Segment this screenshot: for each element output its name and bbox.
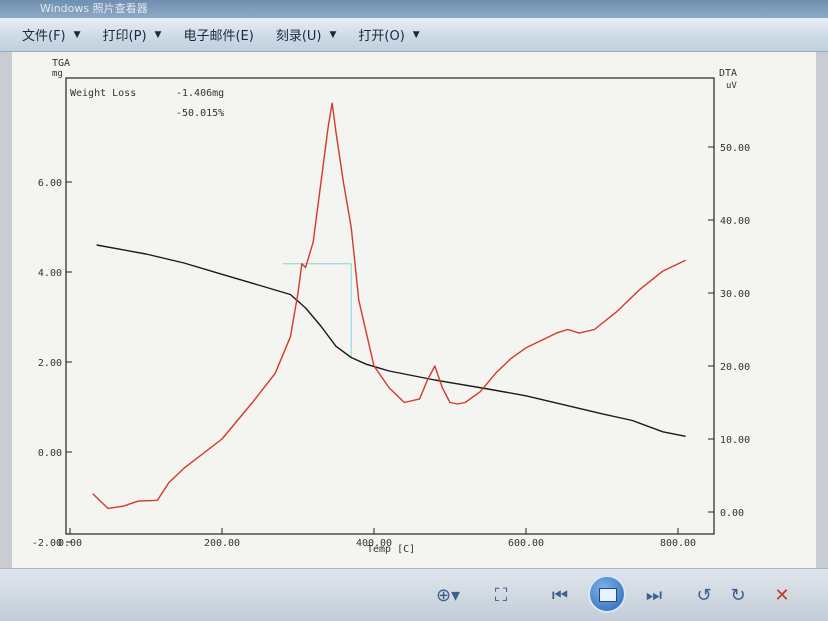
left-tick-label: 2.00 <box>38 358 62 369</box>
chevron-down-icon: ▼ <box>412 29 420 40</box>
left-tick-label: 4.00 <box>38 268 62 279</box>
left-tick-label: 0.00 <box>38 448 62 459</box>
x-tick-label: 200.00 <box>204 538 240 549</box>
rotate-left-icon[interactable]: ↺ <box>692 583 716 609</box>
weight-loss-label: Weight Loss <box>70 88 136 99</box>
right-tick-label: 50.00 <box>720 143 750 154</box>
right-tick-label: 10.00 <box>720 435 750 446</box>
right-tick-label: 30.00 <box>720 289 750 300</box>
weight-loss-pct: -50.015% <box>176 108 224 119</box>
viewer-toolbar: ⊕▾ ⛶ ⏮ ⏭ ↺ ↻ ✕ <box>0 568 828 621</box>
menu-print-label: 打印(P) <box>102 29 147 44</box>
left-tick-label: 6.00 <box>38 178 62 189</box>
x-tick-label: 0.00 <box>58 538 82 549</box>
menu-file-label: 文件(F) <box>22 29 66 44</box>
photo-viewer-area: -2.00 0.00 2.00 4.00 6.00 0.00 10.00 20.00 30.00… <box>12 52 816 568</box>
delete-icon[interactable]: ✕ <box>770 583 794 609</box>
right-tick-label: 40.00 <box>720 216 750 227</box>
previous-icon[interactable]: ⏮ <box>540 583 580 609</box>
zoom-icon[interactable]: ⊕▾ <box>428 583 468 609</box>
slideshow-icon[interactable] <box>588 575 626 613</box>
x-axis-label: Temp [C] <box>367 544 415 555</box>
window-titlebar: Windows 照片查看器 <box>0 0 828 18</box>
left-axis-unit: mg <box>52 69 63 79</box>
right-tick-label: 0.00 <box>720 508 744 519</box>
menu-bar: 文件(F) ▼ 打印(P) ▼ 电子邮件(E) 刻录(U) ▼ 打开(O) ▼ <box>0 18 828 52</box>
weight-loss-mg: -1.406mg <box>176 88 224 99</box>
next-icon[interactable]: ⏭ <box>634 583 674 609</box>
x-tick-label: 800.00 <box>660 538 696 549</box>
x-tick-label: 600.00 <box>508 538 544 549</box>
menu-open[interactable]: 打开(O) ▼ <box>358 25 419 44</box>
menu-print[interactable]: 打印(P) ▼ <box>103 25 162 44</box>
fit-window-icon[interactable]: ⛶ <box>488 583 514 609</box>
window-title: Windows 照片查看器 <box>40 2 148 15</box>
menu-open-label: 打开(O) <box>358 29 405 44</box>
rotate-right-icon[interactable]: ↻ <box>726 583 750 609</box>
menu-burn-label: 刻录(U) <box>275 29 322 44</box>
chevron-down-icon: ▼ <box>329 29 337 40</box>
menu-file[interactable]: 文件(F) ▼ <box>22 25 81 44</box>
right-tick-label: 20.00 <box>720 362 750 373</box>
tga-dta-chart: -2.000.002.004.006.000.0010.0020.0030.00… <box>12 52 816 568</box>
menu-email[interactable]: 电子邮件(E) <box>183 25 253 44</box>
right-axis-label: DTA <box>719 68 737 79</box>
chevron-down-icon: ▼ <box>73 29 81 40</box>
menu-email-label: 电子邮件(E) <box>183 29 254 44</box>
right-axis-unit: uV <box>726 81 737 91</box>
menu-burn[interactable]: 刻录(U) ▼ <box>276 25 337 44</box>
chevron-down-icon: ▼ <box>154 29 162 40</box>
left-axis-label: TGA <box>52 58 70 69</box>
